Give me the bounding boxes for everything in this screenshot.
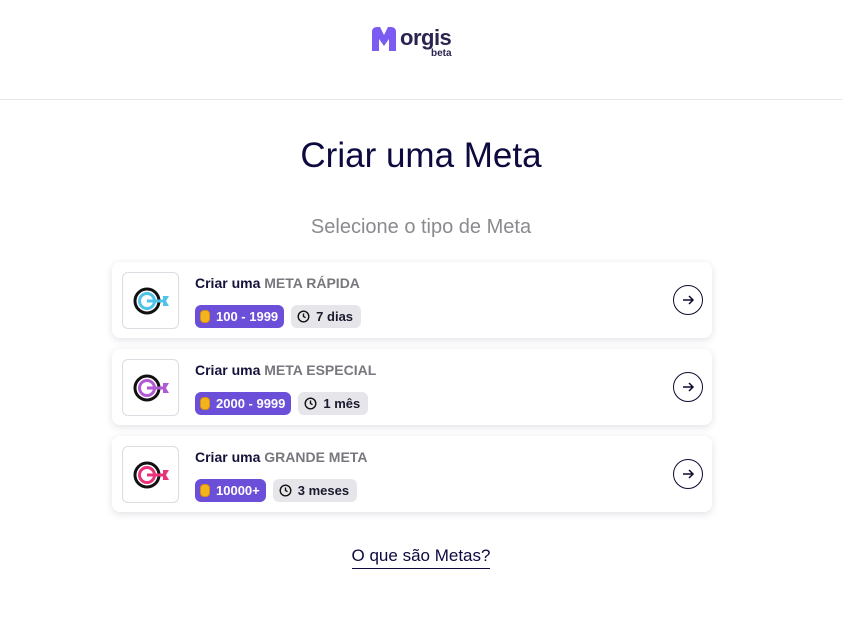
goal-card-title: Criar uma META RÁPIDA [195,275,360,291]
clock-icon [297,310,310,323]
what-are-goals-link[interactable]: O que são Metas? [351,546,491,569]
duration-badge: 1 mês [298,392,369,415]
target-icon [122,446,179,503]
arrow-right-icon[interactable] [673,372,703,402]
duration-badge: 7 dias [291,305,362,328]
coin-range-badge: 100 - 1999 [195,305,285,328]
arrow-right-icon[interactable] [673,459,703,489]
goal-card-title: Criar uma GRANDE META [195,449,368,465]
coin-icon [200,310,210,323]
page-subtitle: Selecione o tipo de Meta [310,216,532,238]
coin-icon [200,484,210,497]
morgis-logo[interactable]: orgis beta [369,24,452,59]
goal-card-grande-meta[interactable]: Criar uma GRANDE META 10000+ 3 meses [112,436,712,512]
duration-badge: 3 meses [272,479,358,502]
clock-icon [304,397,317,410]
page-title: Criar uma Meta [300,136,542,175]
coin-icon [200,397,210,410]
beta-label: beta [431,48,452,59]
arrow-right-icon[interactable] [673,285,703,315]
coin-range-badge: 10000+ [195,479,266,502]
goal-card-badges: 10000+ 3 meses [195,479,358,502]
clock-icon [279,484,292,497]
target-icon [122,272,179,329]
goal-card-badges: 100 - 1999 7 dias [195,305,362,328]
goal-card-meta-especial[interactable]: Criar uma META ESPECIAL 2000 - 9999 1 mê… [112,349,712,425]
top-bar: orgis beta [0,0,842,100]
goal-card-title: Criar uma META ESPECIAL [195,362,377,378]
goal-card-meta-rapida[interactable]: Criar uma META RÁPIDA 100 - 1999 7 dias [112,262,712,338]
what-are-goals-container: O que são Metas? [0,546,842,569]
coin-range-badge: 2000 - 9999 [195,392,292,415]
goal-card-badges: 2000 - 9999 1 mês [195,392,369,415]
goal-type-list: Criar uma META RÁPIDA 100 - 1999 7 dias [112,262,712,523]
target-icon [122,359,179,416]
logo-m-icon [372,27,396,51]
